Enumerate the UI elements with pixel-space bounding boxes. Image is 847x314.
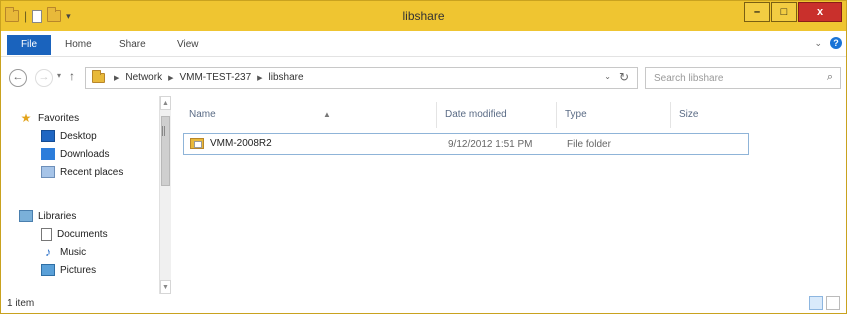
tab-file[interactable]: File: [7, 35, 51, 55]
ribbon-tabs: File Home Share View ⌄ ?: [1, 31, 846, 57]
sidebar-item-label: Desktop: [60, 130, 97, 142]
sidebar-item-desktop[interactable]: Desktop: [41, 127, 97, 145]
breadcrumb: ▶ Network ▶ VMM-TEST-237 ▶ libshare: [114, 72, 304, 83]
help-icon[interactable]: ?: [830, 37, 842, 49]
sidebar-item-libraries[interactable]: Libraries: [19, 207, 76, 225]
sidebar-item-documents[interactable]: Documents: [41, 225, 108, 243]
scroll-grip-icon: [162, 126, 165, 136]
view-toggle: [809, 296, 840, 310]
address-row: ← → ▾ ↑ ▶ Network ▶ VMM-TEST-237 ▶ libsh…: [1, 58, 846, 94]
search-input[interactable]: Search libshare ⌕: [645, 67, 841, 89]
back-button[interactable]: ←: [9, 69, 27, 87]
forward-button[interactable]: →: [35, 69, 53, 87]
breadcrumb-separator-icon[interactable]: ▶: [114, 74, 119, 82]
window-title: libshare: [402, 9, 445, 23]
folder-icon: [190, 138, 204, 149]
table-row[interactable]: VMM-2008R2 9/12/2012 1:51 PM File folder: [183, 133, 749, 155]
maximize-button[interactable]: □: [771, 2, 797, 22]
navigation-scrollbar[interactable]: ▲ ▼: [159, 96, 171, 294]
music-icon: ♪: [45, 245, 51, 259]
recent-places-icon: [41, 166, 55, 178]
sidebar-item-label: Music: [60, 246, 87, 258]
file-name: VMM-2008R2: [210, 138, 272, 149]
documents-icon: [41, 227, 52, 241]
sidebar-item-label: Favorites: [38, 112, 80, 124]
sort-ascending-icon: ▲: [323, 110, 331, 119]
star-icon: ★: [20, 111, 32, 125]
libraries-icon: [19, 210, 33, 222]
status-bar: 1 item: [1, 296, 846, 313]
close-button[interactable]: x: [798, 2, 842, 22]
scroll-down-icon[interactable]: ▼: [160, 280, 171, 294]
column-header-date[interactable]: Date modified: [437, 102, 557, 128]
file-name-cell: VMM-2008R2: [190, 138, 272, 149]
explorer-window: | ▾ libshare – □ x File Home Share View …: [0, 0, 847, 314]
sidebar-item-favorites[interactable]: ★ Favorites: [19, 109, 80, 127]
breadcrumb-network[interactable]: Network: [125, 72, 162, 83]
recent-locations-icon[interactable]: ▾: [57, 71, 61, 80]
item-count: 1 item: [7, 298, 35, 309]
search-placeholder: Search libshare: [654, 73, 724, 84]
sidebar-item-downloads[interactable]: Downloads: [41, 145, 109, 163]
minimize-button[interactable]: –: [744, 2, 770, 22]
window-controls: – □ x: [744, 2, 842, 22]
search-icon[interactable]: ⌕: [827, 71, 833, 84]
address-dropdown-icon[interactable]: ⌄: [604, 72, 611, 81]
scroll-up-icon[interactable]: ▲: [160, 96, 171, 110]
breadcrumb-share[interactable]: libshare: [269, 72, 304, 83]
breadcrumb-separator-icon[interactable]: ▶: [168, 74, 173, 82]
address-bar[interactable]: ▶ Network ▶ VMM-TEST-237 ▶ libshare ⌄ ↻: [85, 67, 638, 89]
up-button[interactable]: ↑: [69, 69, 75, 83]
expand-ribbon-icon[interactable]: ⌄: [814, 38, 822, 49]
navigation-pane: ★ Favorites Desktop Downloads Recent pla…: [1, 96, 171, 296]
location-folder-icon: [92, 70, 105, 83]
ribbon-right-controls: ⌄ ?: [814, 37, 842, 49]
column-header-size[interactable]: Size: [671, 102, 751, 128]
sidebar-item-recent-places[interactable]: Recent places: [41, 163, 123, 181]
title-bar: | ▾ libshare – □ x: [1, 1, 846, 31]
file-date-modified: 9/12/2012 1:51 PM: [448, 139, 533, 150]
tab-share[interactable]: Share: [119, 36, 146, 54]
column-header-label: Name: [189, 109, 216, 120]
sidebar-item-label: Downloads: [60, 148, 110, 160]
column-header-type[interactable]: Type: [557, 102, 671, 128]
sidebar-item-label: Documents: [57, 228, 108, 240]
column-header-name[interactable]: Name ▲: [181, 102, 437, 128]
sidebar-item-pictures[interactable]: Pictures: [41, 261, 96, 279]
sidebar-item-music[interactable]: ♪ Music: [41, 243, 86, 261]
downloads-icon: [41, 148, 55, 160]
file-type: File folder: [567, 139, 611, 150]
desktop-icon: [41, 130, 55, 142]
sidebar-item-label: Pictures: [60, 264, 97, 276]
breadcrumb-separator-icon[interactable]: ▶: [257, 74, 262, 82]
breadcrumb-server[interactable]: VMM-TEST-237: [179, 72, 251, 83]
large-icons-view-icon[interactable]: [826, 296, 840, 310]
sidebar-item-label: Recent places: [60, 166, 124, 178]
refresh-icon[interactable]: ↻: [619, 70, 629, 84]
sidebar-item-label: Libraries: [38, 210, 77, 222]
details-view-icon[interactable]: [809, 296, 823, 310]
pictures-icon: [41, 264, 55, 276]
tab-view[interactable]: View: [177, 36, 199, 54]
tab-home[interactable]: Home: [65, 36, 92, 54]
file-list: Name ▲ Date modified Type Size VMM-2008R…: [173, 96, 846, 296]
